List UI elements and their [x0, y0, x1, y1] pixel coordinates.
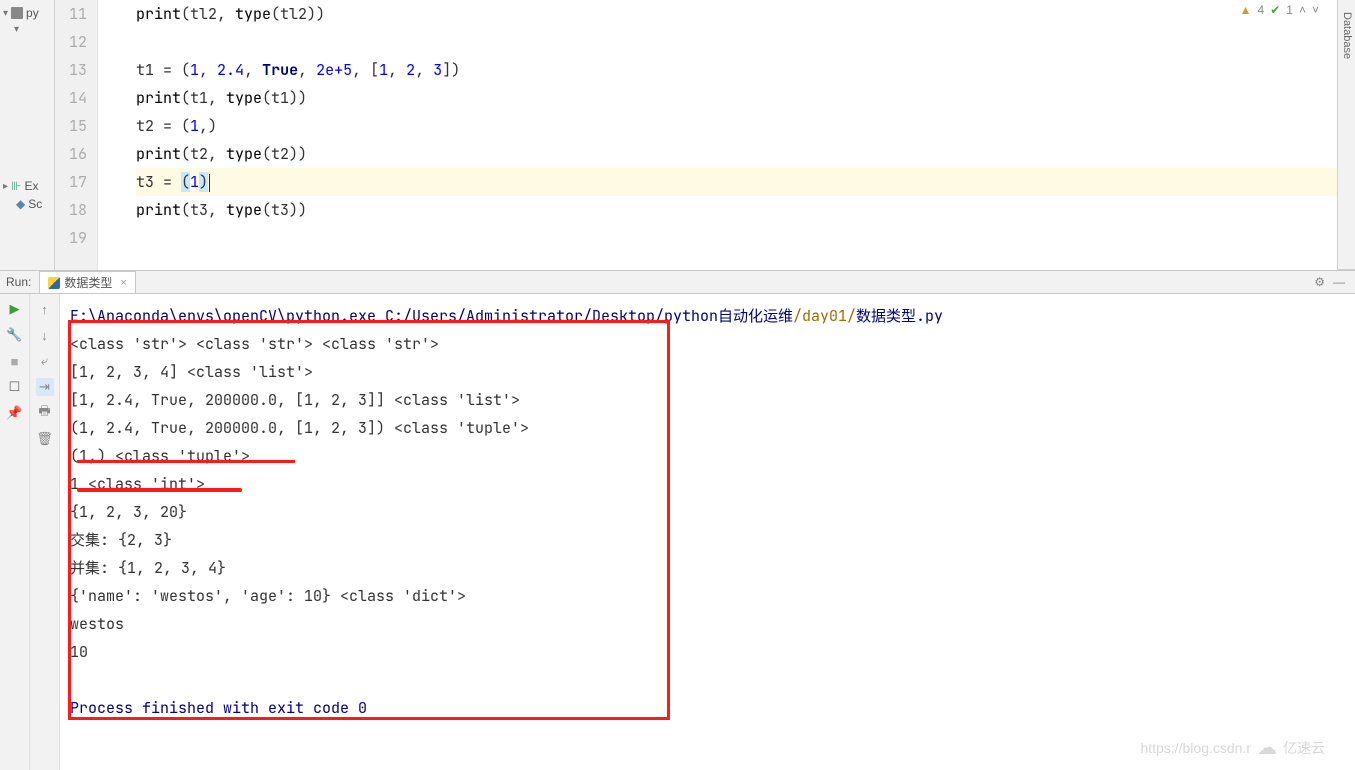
watermark-blog: https://blog.csdn.r — [1140, 740, 1251, 756]
annotation-underline — [77, 488, 242, 492]
python-icon — [48, 277, 60, 289]
project-item[interactable]: ▾ — [0, 22, 54, 37]
library-icon: ⊪ — [11, 179, 21, 193]
run-tool-header: Run: 数据类型 × ⚙ — — [0, 270, 1355, 294]
wrench-icon[interactable]: 🔧 — [6, 326, 24, 344]
warning-icon: ▲ — [1240, 3, 1252, 17]
watermark-brand: 亿速云 — [1283, 738, 1325, 758]
trash-icon[interactable]: 🗑 — [36, 430, 54, 448]
chevron-up-icon[interactable]: ˄ — [1299, 3, 1306, 17]
print-icon[interactable]: 🖶 — [36, 404, 54, 422]
editor[interactable]: 111213141516171819 print(tl2, type(tl2))… — [55, 0, 1337, 270]
pin-icon[interactable]: 📌 — [6, 404, 24, 422]
chevron-down-icon[interactable]: ˅ — [1312, 3, 1319, 17]
chevron-down-icon: ▾ — [3, 8, 8, 19]
run-tab[interactable]: 数据类型 × — [39, 271, 135, 293]
project-item[interactable]: ▾ py — [0, 4, 54, 22]
project-item-label: Ex — [24, 179, 38, 193]
rerun-button[interactable]: ▶ — [6, 300, 24, 318]
minimize-icon[interactable]: — — [1329, 275, 1349, 289]
chevron-right-icon: ▸ — [3, 181, 8, 192]
run-toolbar: ▶ 🔧 ■ ☐ 📌 — [0, 294, 30, 770]
annotation-underline — [77, 460, 295, 463]
chevron-down-icon: ▾ — [14, 24, 19, 35]
run-nav: ↑ ↓ ⤶ ⇥ 🖶 🗑 — [30, 294, 60, 770]
scroll-to-end-icon[interactable]: ⇥ — [36, 378, 54, 396]
soft-wrap-icon[interactable]: ⤶ — [36, 352, 54, 370]
layout-icon[interactable]: ☐ — [6, 378, 24, 396]
run-label: Run: — [6, 275, 31, 289]
close-icon[interactable]: × — [120, 277, 126, 289]
warning-count: 4 — [1258, 3, 1265, 17]
gear-icon[interactable]: ⚙ — [1310, 275, 1329, 289]
project-item-external[interactable]: ▸ ⊪ Ex — [0, 177, 54, 195]
right-tool-rail[interactable]: Database SciView — [1337, 0, 1355, 270]
up-icon[interactable]: ↑ — [36, 300, 54, 318]
project-item-label: Sc — [28, 197, 42, 211]
console-output[interactable]: E:\Anaconda\envs\openCV\python.exe C:/Us… — [60, 294, 1355, 770]
project-item-label: py — [26, 6, 39, 20]
down-icon[interactable]: ↓ — [36, 326, 54, 344]
check-icon: ✔ — [1270, 3, 1280, 17]
stop-button[interactable]: ■ — [6, 352, 24, 370]
tab-database[interactable]: Database — [1339, 6, 1355, 270]
scratch-icon: ◆ — [16, 197, 25, 211]
folder-icon — [11, 7, 23, 19]
line-gutter: 111213141516171819 — [55, 0, 98, 270]
run-tab-label: 数据类型 — [64, 274, 112, 291]
code-body[interactable]: print(tl2, type(tl2))t1 = (1, 2.4, True,… — [98, 0, 1337, 270]
project-panel[interactable]: ▾ py ▾ ▸ ⊪ Ex ◆ Sc — [0, 0, 55, 270]
pass-count: 1 — [1286, 3, 1293, 17]
project-item-scratches[interactable]: ◆ Sc — [0, 195, 54, 213]
inspection-badges[interactable]: ▲ 4 ✔ 1 ˄ ˅ — [1240, 3, 1319, 17]
cloud-icon: ☁ — [1257, 735, 1277, 760]
watermark: https://blog.csdn.r ☁ 亿速云 — [1140, 735, 1325, 760]
